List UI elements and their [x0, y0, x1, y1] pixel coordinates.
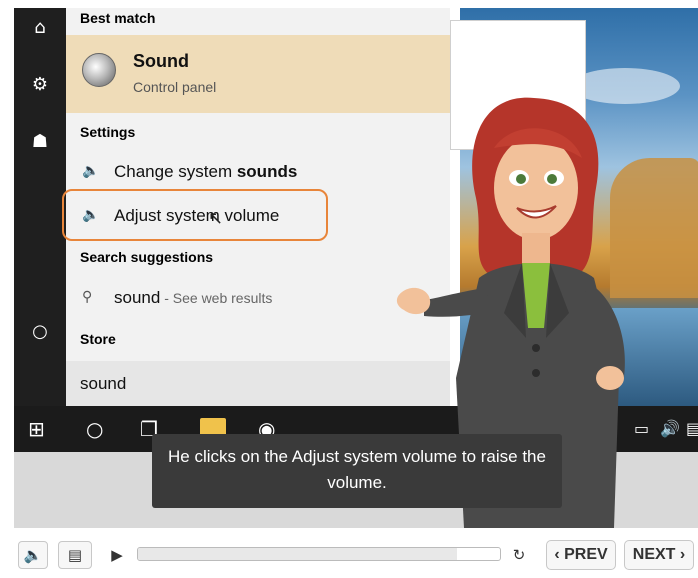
slide-frame: ⌂ ⚙ ☗ ○ Best match Sound Control panel S… [14, 8, 698, 528]
search-icon: ⚲ [82, 289, 93, 305]
home-icon[interactable]: ⌂ [26, 14, 54, 42]
volume-icon[interactable]: 🔈 [18, 541, 48, 569]
highlight-ring [62, 189, 328, 241]
search-value: sound [80, 374, 127, 393]
suggestion-label: sound - See web results [114, 288, 273, 307]
progress-bar[interactable] [137, 547, 501, 561]
next-button[interactable]: NEXT › [624, 540, 694, 570]
best-match-title: Sound [133, 51, 189, 71]
stage: ⌂ ⚙ ☗ ○ Best match Sound Control panel S… [0, 0, 698, 578]
player-controls: 🔈 ▤ ▶ ↻ ‹ PREV NEXT › [0, 528, 698, 578]
captions-icon[interactable]: ▤ [58, 541, 92, 569]
start-left-rail: ⌂ ⚙ ☗ ○ [14, 8, 66, 406]
search-suggestions-heading: Search suggestions [80, 249, 214, 265]
speaker-icon [82, 53, 116, 87]
speaker-small-icon: 🔈 [82, 163, 100, 179]
progress-fill [138, 548, 457, 560]
setting-label: Change system sounds [114, 162, 298, 181]
user-icon[interactable]: ☗ [26, 128, 54, 156]
prev-button[interactable]: ‹ PREV [546, 540, 616, 570]
settings-heading: Settings [80, 124, 136, 140]
best-match-subtitle: Control panel [133, 79, 217, 95]
cortana-circle-icon[interactable]: ○ [86, 418, 103, 440]
power-icon[interactable]: ○ [26, 318, 54, 346]
store-heading: Store [80, 331, 116, 347]
replay-icon[interactable]: ↻ [507, 541, 531, 569]
best-match-heading: Best match [80, 10, 156, 26]
mouse-cursor-icon: ↖ [208, 208, 224, 229]
gear-icon[interactable]: ⚙ [26, 71, 54, 99]
notification-icon[interactable]: ▤ [686, 418, 698, 440]
windows-start-icon[interactable]: ⊞ [28, 418, 45, 440]
play-icon[interactable]: ▶ [104, 541, 130, 569]
caption-box: He clicks on the Adjust system volume to… [152, 434, 562, 508]
